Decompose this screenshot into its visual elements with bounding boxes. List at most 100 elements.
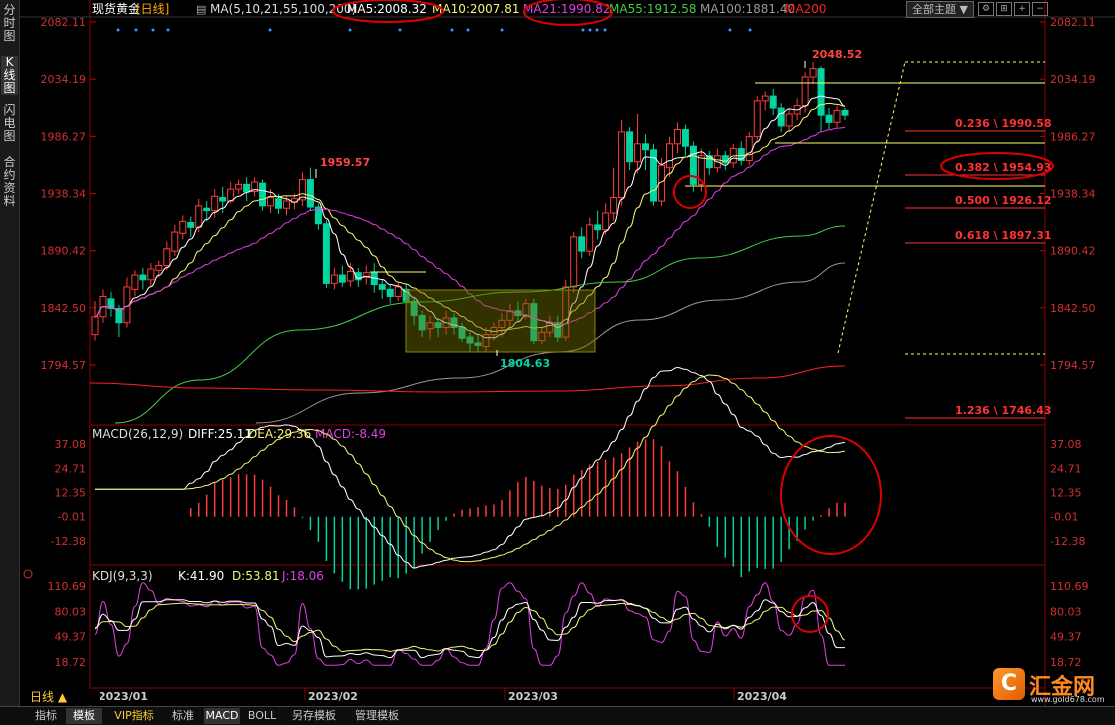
price-tick-label-left: 1890.42 [41, 245, 87, 258]
candle-body [386, 288, 394, 297]
candle-body [761, 95, 769, 102]
consolidation-box [405, 289, 596, 353]
candle-body [131, 274, 139, 290]
candle-body [155, 264, 163, 271]
candle-body [745, 136, 753, 162]
projection-diagonal [837, 61, 906, 354]
event-dot [166, 28, 170, 32]
bottom-tab-6[interactable]: 另存模板 [285, 708, 343, 724]
event-dot [581, 28, 585, 32]
theme-select-label: 全部主题 [912, 3, 957, 16]
candle-body [235, 183, 243, 190]
event-dot [398, 28, 402, 32]
indicator-menu-icon: ▤ [196, 3, 206, 16]
kdj-value-0: K:41.90 [178, 569, 224, 583]
event-dot [728, 28, 732, 32]
price-tick-label-left: 1938.34 [41, 188, 87, 201]
event-dot [134, 28, 138, 32]
layout-icon[interactable]: ⊞ [996, 2, 1012, 16]
candle-body [306, 179, 314, 208]
candle-body [618, 131, 626, 198]
candle-body [203, 207, 211, 212]
macd-tick-label-right: -12.38 [1050, 535, 1085, 548]
zoom-in-icon[interactable]: + [1014, 2, 1030, 16]
bottom-toolbar: 指标 模板 VIP指标 标准 MACD BOLL 另存模板 管理模板 [0, 706, 1115, 725]
peak-feb-label: 1959.57 [320, 156, 370, 169]
candle-body [769, 95, 777, 109]
candle-body [665, 143, 673, 169]
sidebar-tab-0[interactable]: 分时图 [1, 4, 18, 43]
macd-tick-label-right: 12.35 [1050, 487, 1082, 500]
candle-body [275, 198, 283, 209]
ma-value-1: MA10:2007.81 [432, 2, 520, 16]
candle-body [681, 128, 689, 147]
candle-body [634, 143, 642, 163]
bottom-tab-4[interactable]: MACD [204, 708, 240, 724]
annotation-circle-macd [780, 435, 882, 555]
price-tick-label-right: 1938.34 [1050, 188, 1096, 201]
candle-body [570, 236, 578, 288]
left-sidebar: 分时图 K线图闪电图合约资料 [0, 0, 20, 706]
bottom-tab-1[interactable]: 模板 [66, 708, 102, 724]
bottom-tab-5[interactable]: BOLL [244, 708, 280, 724]
macd-tick-label-right: 24.71 [1050, 462, 1082, 475]
period-selector[interactable]: 日线 ▲ [20, 689, 100, 705]
candle-body [179, 220, 187, 234]
zoom-out-icon[interactable]: − [1032, 2, 1048, 16]
ma200-line [89, 365, 846, 393]
kdj-tick-label-right: 80.03 [1050, 605, 1082, 618]
event-dot [466, 28, 470, 32]
macd-value-0: DIFF:25.11 [188, 427, 252, 441]
macd-tick-label-left: -12.38 [51, 535, 86, 548]
candle-body [841, 109, 849, 116]
chevron-down-icon: ▼ [959, 3, 968, 16]
price-tick-label-right: 2034.19 [1050, 73, 1096, 86]
fib-label-4: 1.236 \ 1746.43 [955, 404, 1052, 417]
bottom-tab-3[interactable]: 标准 [165, 708, 201, 724]
kdj-tick-label-right: 18.72 [1050, 656, 1082, 669]
event-dot [603, 28, 607, 32]
logo-mark-icon: C [993, 668, 1025, 700]
ma-value-0: MA5:2008.32 [347, 2, 427, 16]
event-dot [151, 28, 155, 32]
chart-area: 2082.11 2082.11 2034.19 2034.19 1986.27 1986.… [20, 0, 1115, 706]
candle-body [139, 274, 147, 281]
bottom-tab-7[interactable]: 管理模板 [348, 708, 406, 724]
candle-body [809, 68, 817, 78]
logo-url: www.gold678.com [1031, 695, 1105, 704]
event-dot [268, 28, 272, 32]
theme-select[interactable]: 全部主题 ▼ [906, 1, 974, 18]
sidebar-tab-3[interactable]: 合约资料 [1, 156, 18, 208]
sidebar-tab-1[interactable]: K线图 [1, 56, 18, 95]
candle-body [673, 128, 681, 145]
date-tick-label-1: 2023/02 [308, 690, 358, 703]
candle-body [346, 270, 354, 282]
candle-body [753, 100, 761, 138]
date-tick-label-2: 2023/03 [508, 690, 558, 703]
kdj-value-1: D:53.81 [232, 569, 280, 583]
fib-label-1: 0.382 \ 1954.93 [955, 161, 1052, 174]
settings-icon[interactable]: ⚙ [978, 2, 994, 16]
candle-body [314, 206, 322, 225]
ma-value-4: MA100:1881.40 [700, 2, 795, 16]
candle-body [147, 268, 155, 281]
candle-body [187, 222, 195, 228]
period-label: [日线] [136, 2, 169, 16]
sidebar-tab-2[interactable]: 闪电图 [1, 104, 18, 143]
candle-body [330, 274, 338, 284]
macd-dea-line [95, 374, 846, 563]
annotation-circle-kdj [791, 595, 829, 633]
candle-body [602, 212, 610, 231]
bottom-tab-2[interactable]: VIP指标 [107, 708, 161, 724]
kdj-tick-label-left: 18.72 [55, 656, 87, 669]
candle-body [394, 286, 402, 297]
candle-body [586, 224, 594, 252]
low-label: 1804.63 [500, 357, 550, 370]
price-tick-label-left: 1842.50 [41, 302, 87, 315]
price-tick-label-left: 1794.57 [41, 359, 87, 372]
bottom-tab-0[interactable]: 指标 [28, 708, 64, 724]
candle-body [243, 183, 251, 193]
macd-tick-label-right: -0.01 [1050, 511, 1078, 524]
macd-diff-line [95, 367, 846, 569]
candle-body [163, 248, 171, 266]
